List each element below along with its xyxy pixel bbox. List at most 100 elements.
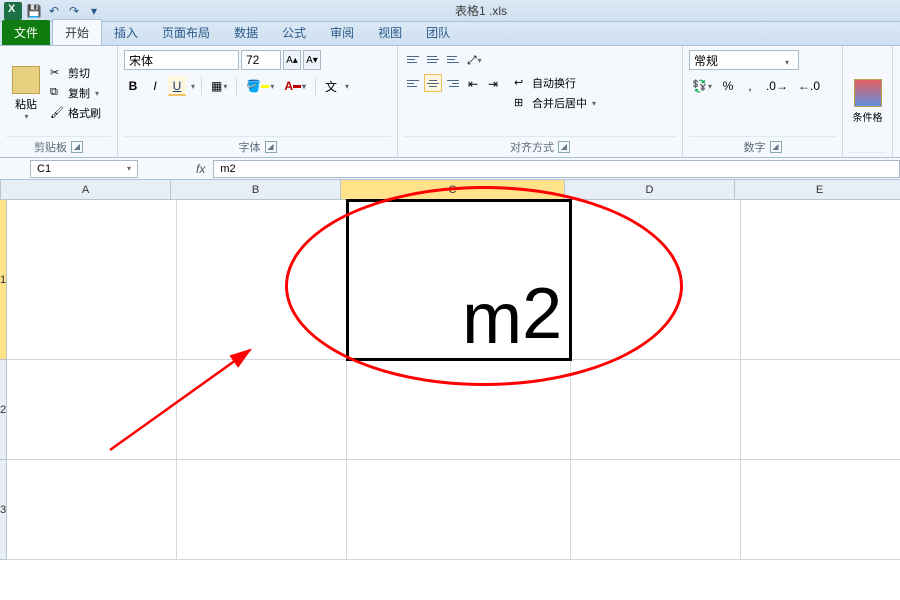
- cell-A2[interactable]: [7, 360, 177, 460]
- increase-decimal-button[interactable]: .0→: [763, 76, 791, 96]
- font-color-button[interactable]: A▾: [281, 76, 309, 96]
- chevron-down-icon: ▾: [24, 112, 28, 121]
- decrease-decimal-button[interactable]: ←.0: [795, 76, 823, 96]
- cell-C3[interactable]: [347, 460, 571, 560]
- format-painter-button[interactable]: 🖌格式刷: [50, 105, 101, 121]
- grow-font-button[interactable]: A▴: [283, 50, 301, 70]
- bold-button[interactable]: B: [124, 76, 142, 96]
- group-clipboard: 粘贴 ▾ ✂ 剪切 ⧉复制▾ 🖌格式刷 剪贴板 ◢: [0, 46, 118, 157]
- tab-view[interactable]: 视图: [366, 20, 414, 45]
- col-header-A[interactable]: A: [1, 180, 171, 200]
- copy-button[interactable]: ⧉复制▾: [50, 85, 101, 101]
- phonetic-button[interactable]: 文: [322, 76, 340, 96]
- italic-button[interactable]: I: [146, 76, 164, 96]
- name-box[interactable]: C1▾: [30, 160, 138, 178]
- scissors-icon: ✂: [50, 66, 64, 80]
- group-styles: 条件格: [843, 46, 893, 157]
- wrap-text-button[interactable]: ↩自动换行: [514, 75, 596, 91]
- accounting-format-button[interactable]: 💱▾: [689, 76, 715, 96]
- tab-data[interactable]: 数据: [222, 20, 270, 45]
- cell-B3[interactable]: [177, 460, 347, 560]
- number-format-select[interactable]: [689, 50, 799, 70]
- merge-icon: ⊞: [514, 96, 528, 110]
- cut-button[interactable]: ✂ 剪切: [50, 65, 101, 81]
- redo-icon[interactable]: ↷: [66, 3, 82, 19]
- clipboard-group-label: 剪贴板: [34, 139, 67, 155]
- cell-E3[interactable]: [741, 460, 900, 560]
- comma-button[interactable]: ,: [741, 76, 759, 96]
- tab-insert[interactable]: 插入: [102, 20, 150, 45]
- copy-label: 复制: [68, 85, 90, 101]
- group-font: A▴ A▾ B I U▾ ▦▾ 🪣▾ A▾ 文▾ 字体◢: [118, 46, 398, 157]
- cell-A3[interactable]: [7, 460, 177, 560]
- underline-button[interactable]: U: [168, 76, 186, 96]
- name-box-value: C1: [37, 163, 51, 175]
- window-title: 表格1 .xls: [102, 2, 900, 19]
- cell-B1[interactable]: [177, 200, 347, 360]
- cell-A1[interactable]: [7, 200, 177, 360]
- align-middle-button[interactable]: [424, 50, 442, 68]
- tab-file[interactable]: 文件: [2, 20, 50, 45]
- align-launcher[interactable]: ◢: [558, 141, 570, 153]
- col-header-C[interactable]: C: [341, 180, 565, 200]
- col-header-E[interactable]: E: [735, 180, 900, 200]
- save-icon[interactable]: 💾: [26, 3, 42, 19]
- number-launcher[interactable]: ◢: [770, 141, 782, 153]
- tab-team[interactable]: 团队: [414, 20, 462, 45]
- row-header-1[interactable]: 1: [0, 200, 7, 360]
- cell-E1[interactable]: [741, 200, 900, 360]
- align-center-button[interactable]: [424, 74, 442, 92]
- align-left-button[interactable]: [404, 74, 422, 92]
- shrink-font-button[interactable]: A▾: [303, 50, 321, 70]
- painter-label: 格式刷: [68, 105, 101, 121]
- merge-center-button[interactable]: ⊞合并后居中▾: [514, 95, 596, 111]
- orientation-button[interactable]: ⤢▾: [464, 50, 485, 70]
- fill-color-button[interactable]: 🪣▾: [243, 76, 277, 96]
- increase-indent-button[interactable]: ⇥: [484, 74, 502, 94]
- tab-review[interactable]: 审阅: [318, 20, 366, 45]
- align-bottom-button[interactable]: [444, 50, 462, 68]
- conditional-format-button[interactable]: 条件格: [849, 50, 886, 152]
- cell-C2[interactable]: [347, 360, 571, 460]
- formula-value: m2: [220, 163, 235, 175]
- col-header-D[interactable]: D: [565, 180, 735, 200]
- font-launcher[interactable]: ◢: [265, 141, 277, 153]
- cell-B2[interactable]: [177, 360, 347, 460]
- col-header-B[interactable]: B: [171, 180, 341, 200]
- paste-label: 粘贴: [15, 96, 37, 112]
- align-right-button[interactable]: [444, 74, 462, 92]
- font-name-select[interactable]: [124, 50, 239, 70]
- percent-button[interactable]: %: [719, 76, 737, 96]
- font-size-select[interactable]: [241, 50, 281, 70]
- cell-E2[interactable]: [741, 360, 900, 460]
- paste-button[interactable]: 粘贴 ▾: [6, 50, 46, 136]
- tab-formulas[interactable]: 公式: [270, 20, 318, 45]
- clipboard-launcher[interactable]: ◢: [71, 141, 83, 153]
- title-bar: 💾 ↶ ↷ ▾ 表格1 .xls: [0, 0, 900, 22]
- cell-D2[interactable]: [571, 360, 741, 460]
- decrease-indent-button[interactable]: ⇤: [464, 74, 482, 94]
- cut-label: 剪切: [68, 65, 90, 81]
- formula-bar: C1▾ fx m2: [0, 158, 900, 180]
- cell-C1[interactable]: m2: [347, 200, 571, 360]
- align-top-button[interactable]: [404, 50, 422, 68]
- wrap-icon: ↩: [514, 76, 528, 90]
- cell-D3[interactable]: [571, 460, 741, 560]
- ribbon: 粘贴 ▾ ✂ 剪切 ⧉复制▾ 🖌格式刷 剪贴板 ◢ A▴ A▾ B I U ▾: [0, 46, 900, 158]
- font-group-label: 字体: [239, 139, 261, 155]
- qat-dropdown-icon[interactable]: ▾: [86, 3, 102, 19]
- fx-icon[interactable]: fx: [196, 162, 205, 176]
- undo-icon[interactable]: ↶: [46, 3, 62, 19]
- row-header-3[interactable]: 3: [0, 460, 7, 560]
- formula-input[interactable]: m2: [213, 160, 900, 178]
- group-alignment: ⤢▾ ⇤ ⇥ ↩自动换行 ⊞合并后居中▾ 对齐方式 ◢: [398, 46, 683, 157]
- number-group-label: 数字: [744, 139, 766, 155]
- cells-area[interactable]: m2: [7, 200, 900, 560]
- tab-page-layout[interactable]: 页面布局: [150, 20, 222, 45]
- tab-home[interactable]: 开始: [52, 19, 102, 45]
- cell-D1[interactable]: [571, 200, 741, 360]
- row-header-2[interactable]: 2: [0, 360, 7, 460]
- borders-button[interactable]: ▦▾: [208, 76, 230, 96]
- group-number: ▾ 💱▾ % , .0→ ←.0 数字◢: [683, 46, 843, 157]
- align-group-label: 对齐方式: [510, 139, 554, 155]
